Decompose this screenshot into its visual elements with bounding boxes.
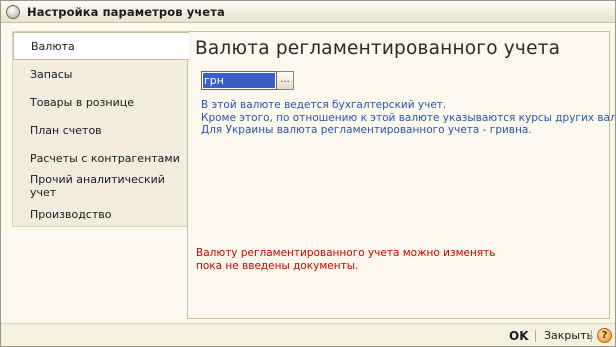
currency-input[interactable]: грн — [201, 71, 277, 90]
ok-button[interactable]: OK — [505, 328, 533, 344]
nav-item-label: Расчеты с контрагентами — [30, 151, 180, 165]
title-bar[interactable]: Настройка параметров учета — [1, 1, 615, 23]
footer-divider — [535, 330, 536, 342]
nav-item-currency[interactable]: Валюта — [13, 32, 189, 60]
currency-warning: Валюту регламентированного учета можно и… — [196, 247, 596, 273]
settings-window: Настройка параметров учета Валюта Запасы… — [0, 0, 616, 347]
nav-item-label: Прочий аналитический учет — [30, 173, 165, 199]
nav-item-label: Валюта — [31, 39, 75, 53]
warning-line: пока не введены документы. — [196, 260, 359, 272]
currency-panel: Валюта регламентированного учета грн ...… — [187, 31, 616, 319]
nav-item-retail-goods[interactable]: Товары в рознице — [13, 88, 188, 116]
1c-logo-icon — [5, 4, 21, 20]
info-line: В этой валюте ведется бухгалтерский учет… — [201, 99, 447, 111]
window-title: Настройка параметров учета — [27, 4, 225, 19]
nav-item-other-analytics[interactable]: Прочий аналитический учет — [13, 172, 188, 200]
nav-item-label: План счетов — [30, 123, 102, 137]
nav-item-chart-of-accounts[interactable]: План счетов — [13, 116, 188, 144]
nav-item-label: Запасы — [30, 67, 73, 81]
panel-title: Валюта регламентированного учета — [195, 38, 561, 59]
info-line: Кроме этого, по отношению к этой валюте … — [201, 111, 616, 124]
currency-select-button[interactable]: ... — [277, 71, 294, 90]
currency-info: В этой валюте ведется бухгалтерский учет… — [201, 99, 616, 137]
close-button[interactable]: Закрыть — [541, 328, 596, 344]
help-icon[interactable]: ? — [597, 328, 612, 343]
info-line: Для Украины валюта регламентированного у… — [201, 124, 532, 136]
warning-line: Валюту регламентированного учета можно и… — [196, 247, 496, 259]
footer-divider — [591, 330, 592, 342]
nav-item-stock[interactable]: Запасы — [13, 60, 188, 88]
dialog-footer: OK Закрыть ? — [1, 323, 615, 346]
nav-item-production[interactable]: Производство — [13, 200, 188, 228]
nav-item-label: Производство — [30, 207, 112, 221]
nav-item-label: Товары в рознице — [30, 95, 134, 109]
nav-item-counterparty-settlements[interactable]: Расчеты с контрагентами — [13, 144, 188, 172]
settings-nav: Валюта Запасы Товары в рознице План счет… — [12, 31, 189, 228]
currency-field: грн ... — [201, 71, 295, 90]
